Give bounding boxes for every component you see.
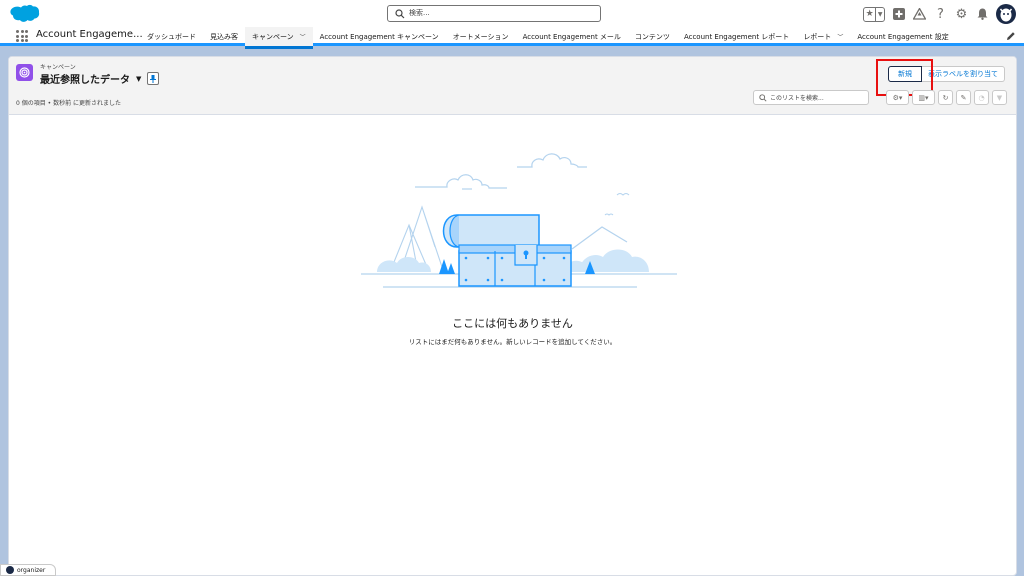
favorites-button-group[interactable]: ★ ▼ (863, 6, 885, 22)
nav-item-label: オートメーション (452, 32, 509, 41)
nav-item-content[interactable]: コンテンツ (628, 27, 677, 46)
empty-state-description: リストにはまだ何もありません。新しいレコードを追加してください。 (408, 338, 617, 346)
chevron-down-icon[interactable]: ﹀ (300, 32, 306, 41)
nav-item-label: ダッシュボード (147, 32, 196, 41)
nav-item-ae-settings[interactable]: Account Engagement 設定 (850, 27, 955, 46)
star-icon[interactable]: ★ (864, 7, 877, 21)
global-search-input[interactable]: 検索... (387, 5, 601, 22)
header-utility-icons: ★ ▼ ? ⚙ (863, 3, 1016, 25)
caret-down-icon[interactable]: ▼ (136, 75, 141, 83)
search-icon (395, 9, 405, 19)
nav-item-label: キャンペーン (252, 32, 294, 41)
list-view-header: キャンペーン 最近参照したデータ ▼ 0 個の項目 • 数秒前 に更新されました… (9, 57, 1016, 115)
user-avatar[interactable] (996, 4, 1016, 24)
filter-icon: ▼ (996, 93, 1003, 102)
pin-list-button[interactable] (147, 72, 159, 85)
global-search-placeholder: 検索... (409, 9, 430, 17)
notifications-bell-icon[interactable] (975, 7, 990, 22)
nav-item-automation[interactable]: オートメーション (446, 27, 516, 46)
list-toolbar: ⚙▾ ▥▾ ↻ ✎ ◔ ▼ (886, 90, 1007, 105)
list-view-title: 最近参照したデータ (40, 75, 130, 86)
chart-icon: ◔ (978, 93, 985, 102)
empty-state-title: ここには何もありません (452, 317, 573, 330)
nav-item-label: Account Engagement 設定 (857, 32, 949, 41)
nav-item-prospects[interactable]: 見込み客 (203, 27, 245, 46)
nav-item-label: Account Engagement メール (522, 32, 621, 41)
nav-item-ae-reports[interactable]: Account Engagement レポート (677, 27, 796, 46)
pin-icon (150, 74, 156, 83)
nav-items: ダッシュボード 見込み客 キャンペーン ﹀ Account Engagement … (140, 27, 956, 49)
list-settings-gear-button[interactable]: ⚙▾ (886, 90, 909, 105)
list-view-selector[interactable]: 最近参照したデータ ▼ (40, 71, 141, 87)
empty-treasure-chest-illustration (361, 153, 677, 288)
nav-item-ae-email[interactable]: Account Engagement メール (516, 27, 628, 46)
global-header: 検索... ★ ▼ ? ⚙ (0, 0, 1024, 27)
search-icon (759, 94, 767, 102)
object-label: キャンペーン (40, 64, 76, 71)
list-status-text: 0 個の項目 • 数秒前 に更新されました (16, 100, 121, 107)
nav-item-label: Account Engagement レポート (683, 32, 790, 41)
charts-button[interactable]: ◔ (974, 90, 989, 105)
setup-gear-icon[interactable]: ⚙ (954, 7, 969, 22)
nav-item-label: コンテンツ (634, 32, 670, 41)
app-launcher-icon[interactable] (16, 30, 28, 42)
nav-item-reports[interactable]: レポート ﹀ (796, 27, 850, 46)
app-name: Account Engageme... (36, 29, 143, 40)
nav-item-campaigns[interactable]: キャンペーン ﹀ (245, 27, 313, 49)
organizer-label: organizer (17, 566, 46, 574)
inline-edit-button[interactable]: ✎ (956, 90, 971, 105)
gear-icon: ⚙▾ (892, 93, 903, 102)
nav-item-label: Account Engagement キャンペーン (319, 32, 439, 41)
list-search-placeholder: このリストを検索... (770, 95, 824, 102)
nav-item-ae-campaigns[interactable]: Account Engagement キャンペーン (313, 27, 446, 46)
chevron-down-icon[interactable]: ﹀ (837, 32, 843, 41)
nav-item-dashboard[interactable]: ダッシュボード (140, 27, 203, 46)
organizer-logo-icon (6, 566, 14, 574)
filter-button[interactable]: ▼ (992, 90, 1007, 105)
list-view-card: キャンペーン 最近参照したデータ ▼ 0 個の項目 • 数秒前 に更新されました… (8, 56, 1017, 576)
list-search-input[interactable]: このリストを検索... (753, 90, 869, 105)
table-icon: ▥▾ (918, 93, 929, 102)
favorites-dropdown-icon[interactable]: ▼ (876, 8, 884, 21)
assign-label-button[interactable]: 表示ラベルを割り当て (922, 66, 1005, 82)
global-actions-icon[interactable] (891, 7, 906, 22)
refresh-button[interactable]: ↻ (938, 90, 953, 105)
nav-item-label: 見込み客 (210, 32, 238, 41)
help-icon[interactable]: ? (933, 7, 948, 22)
organizer-tab[interactable]: organizer (0, 564, 56, 576)
display-as-table-button[interactable]: ▥▾ (912, 90, 935, 105)
edit-nav-pencil-icon[interactable] (1006, 31, 1016, 41)
salesforce-logo-icon[interactable] (8, 4, 40, 25)
nav-item-label: レポート (803, 32, 832, 41)
pencil-icon: ✎ (960, 93, 967, 102)
app-navigation-bar: Account Engageme... ダッシュボード 見込み客 キャンペーン ﹀… (0, 27, 1024, 49)
campaign-object-icon (16, 64, 33, 81)
refresh-icon: ↻ (942, 93, 949, 102)
trailhead-icon[interactable] (912, 7, 927, 22)
